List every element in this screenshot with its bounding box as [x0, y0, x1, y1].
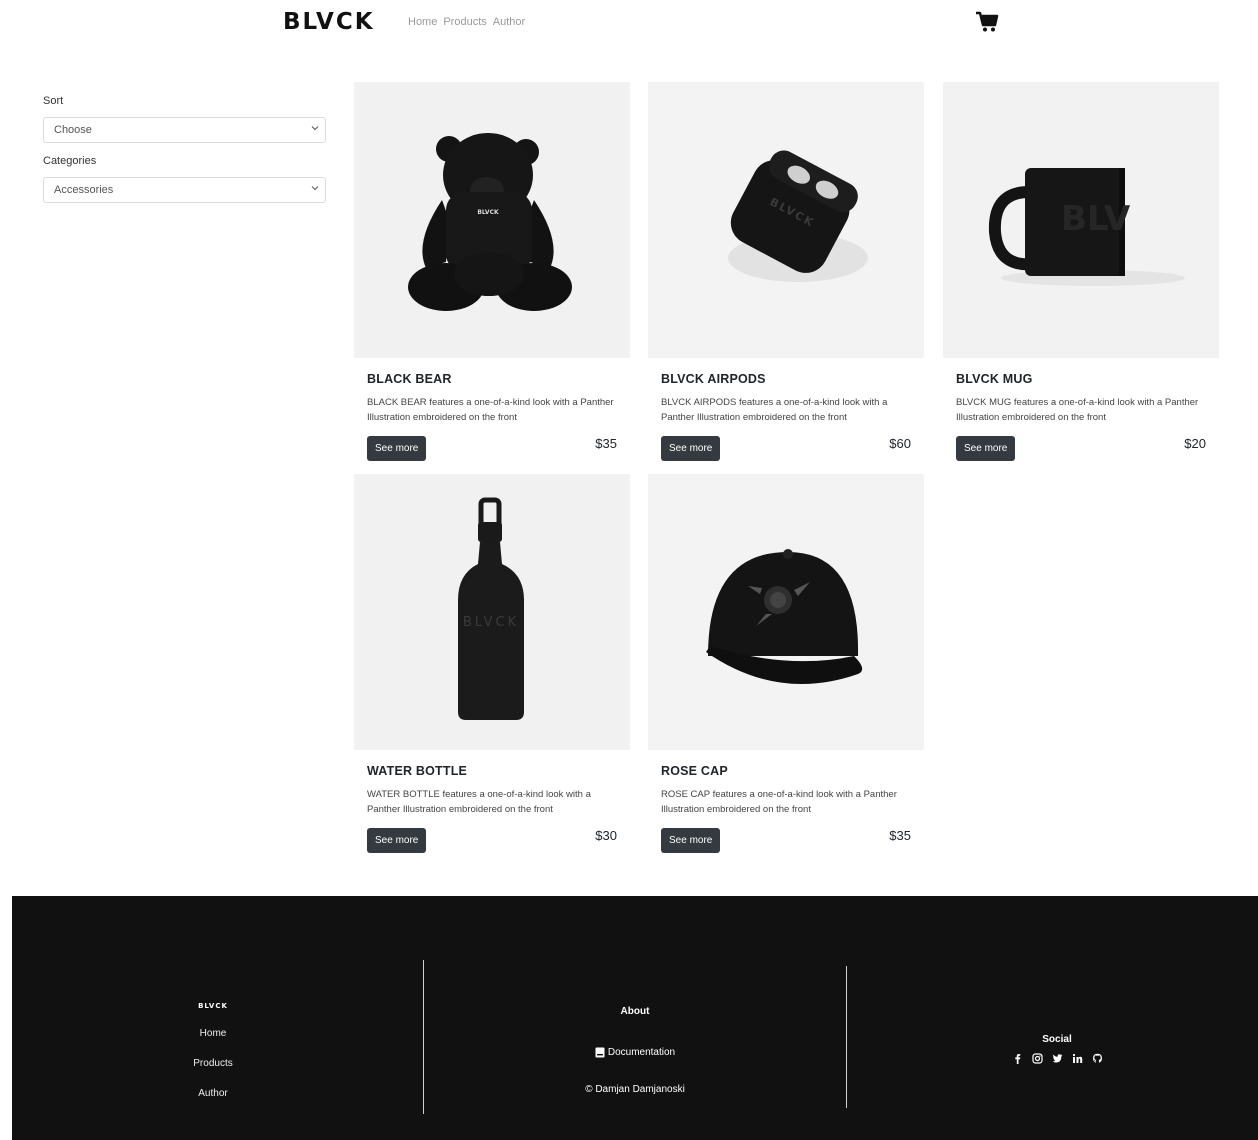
- see-more-button[interactable]: See more: [661, 436, 721, 461]
- nav-home[interactable]: Home: [408, 16, 437, 28]
- product-card: BLVCK WATER BOTTLE WATER BOTTLE features…: [354, 474, 630, 854]
- brand-logo[interactable]: BLVCK: [283, 9, 375, 35]
- footer-social-heading: Social: [1042, 1034, 1072, 1045]
- product-description: ROSE CAP features a one-of-a-kind look w…: [661, 789, 897, 815]
- product-title: WATER BOTTLE: [367, 764, 468, 778]
- footer-link-author[interactable]: Author: [163, 1088, 263, 1099]
- svg-text:BLVCK: BLVCK: [477, 209, 499, 216]
- footer-brand[interactable]: BLVCK: [163, 1002, 263, 1010]
- footer-about-column: About Documentation © Damjan Damjanoski: [535, 1006, 735, 1095]
- footer-divider: [423, 960, 424, 1114]
- github-icon[interactable]: [1092, 1053, 1103, 1064]
- footer-link-products[interactable]: Products: [163, 1058, 263, 1069]
- product-title: BLACK BEAR: [367, 372, 452, 386]
- chevron-down-icon: [311, 186, 319, 191]
- product-price: $35: [889, 828, 911, 843]
- categories-select[interactable]: Accessories: [43, 177, 326, 203]
- product-card: ROSE CAP ROSE CAP features a one-of-a-ki…: [648, 474, 924, 854]
- chevron-down-icon: [311, 126, 319, 131]
- footer-links-column: BLVCK Home Products Author: [163, 1002, 263, 1099]
- product-title: BLVCK AIRPODS: [661, 372, 766, 386]
- product-price: $35: [595, 436, 617, 451]
- footer: BLVCK Home Products Author About Documen…: [12, 896, 1258, 1140]
- documentation-label: Documentation: [607, 1047, 676, 1058]
- product-image-black-bear[interactable]: BLVCK: [354, 82, 630, 358]
- svg-text:BLV: BLV: [1061, 199, 1131, 239]
- product-price: $20: [1184, 436, 1206, 451]
- header: BLVCK Home Products Author: [0, 0, 1258, 50]
- sort-label: Sort: [43, 95, 64, 107]
- categories-label: Categories: [43, 155, 97, 167]
- linkedin-icon[interactable]: [1072, 1053, 1083, 1064]
- svg-text:BLVCK: BLVCK: [463, 615, 519, 630]
- book-icon: [595, 1047, 605, 1058]
- product-description: BLACK BEAR features a one-of-a-kind look…: [367, 397, 614, 423]
- footer-link-home[interactable]: Home: [163, 1028, 263, 1039]
- see-more-button[interactable]: See more: [367, 436, 427, 461]
- product-title: BLVCK MUG: [956, 372, 1033, 386]
- product-card: BLV BLVCK MUG BLVCK MUG features a one-o…: [943, 82, 1219, 462]
- categories-select-value: Accessories: [54, 184, 114, 196]
- footer-social-column: Social: [1007, 1034, 1107, 1064]
- footer-copyright: © Damjan Damjanoski: [585, 1084, 685, 1095]
- see-more-button[interactable]: See more: [956, 436, 1016, 461]
- nav-author[interactable]: Author: [493, 16, 525, 28]
- twitter-icon[interactable]: [1052, 1053, 1063, 1064]
- cart-icon[interactable]: [975, 11, 999, 33]
- product-price: $60: [889, 436, 911, 451]
- product-image-water-bottle[interactable]: BLVCK: [354, 474, 630, 750]
- product-image-blvck-airpods[interactable]: BLVCK: [648, 82, 924, 358]
- sort-select[interactable]: Choose: [43, 117, 326, 143]
- instagram-icon[interactable]: [1031, 1053, 1043, 1064]
- footer-documentation-link[interactable]: Documentation: [535, 1047, 735, 1058]
- main-nav: Home Products Author: [408, 16, 525, 28]
- see-more-button[interactable]: See more: [661, 828, 721, 853]
- footer-divider: [846, 966, 847, 1108]
- product-description: BLVCK AIRPODS features a one-of-a-kind l…: [661, 397, 888, 423]
- product-title: ROSE CAP: [661, 764, 728, 778]
- product-image-rose-cap[interactable]: [648, 474, 924, 750]
- product-image-blvck-mug[interactable]: BLV: [943, 82, 1219, 358]
- facebook-icon[interactable]: [1012, 1053, 1023, 1064]
- nav-products[interactable]: Products: [443, 16, 486, 28]
- product-price: $30: [595, 828, 617, 843]
- footer-about-heading: About: [620, 1006, 650, 1017]
- sort-select-value: Choose: [54, 124, 92, 136]
- product-card: BLVCK BLVCK AIRPODS BLVCK AIRPODS featur…: [648, 82, 924, 462]
- see-more-button[interactable]: See more: [367, 828, 427, 853]
- product-description: WATER BOTTLE features a one-of-a-kind lo…: [367, 789, 591, 815]
- filter-sidebar: Sort Choose Categories Accessories: [43, 95, 326, 203]
- product-card: BLVCK BLACK BEAR BLACK BEAR features a o…: [354, 82, 630, 462]
- product-description: BLVCK MUG features a one-of-a-kind look …: [956, 397, 1199, 423]
